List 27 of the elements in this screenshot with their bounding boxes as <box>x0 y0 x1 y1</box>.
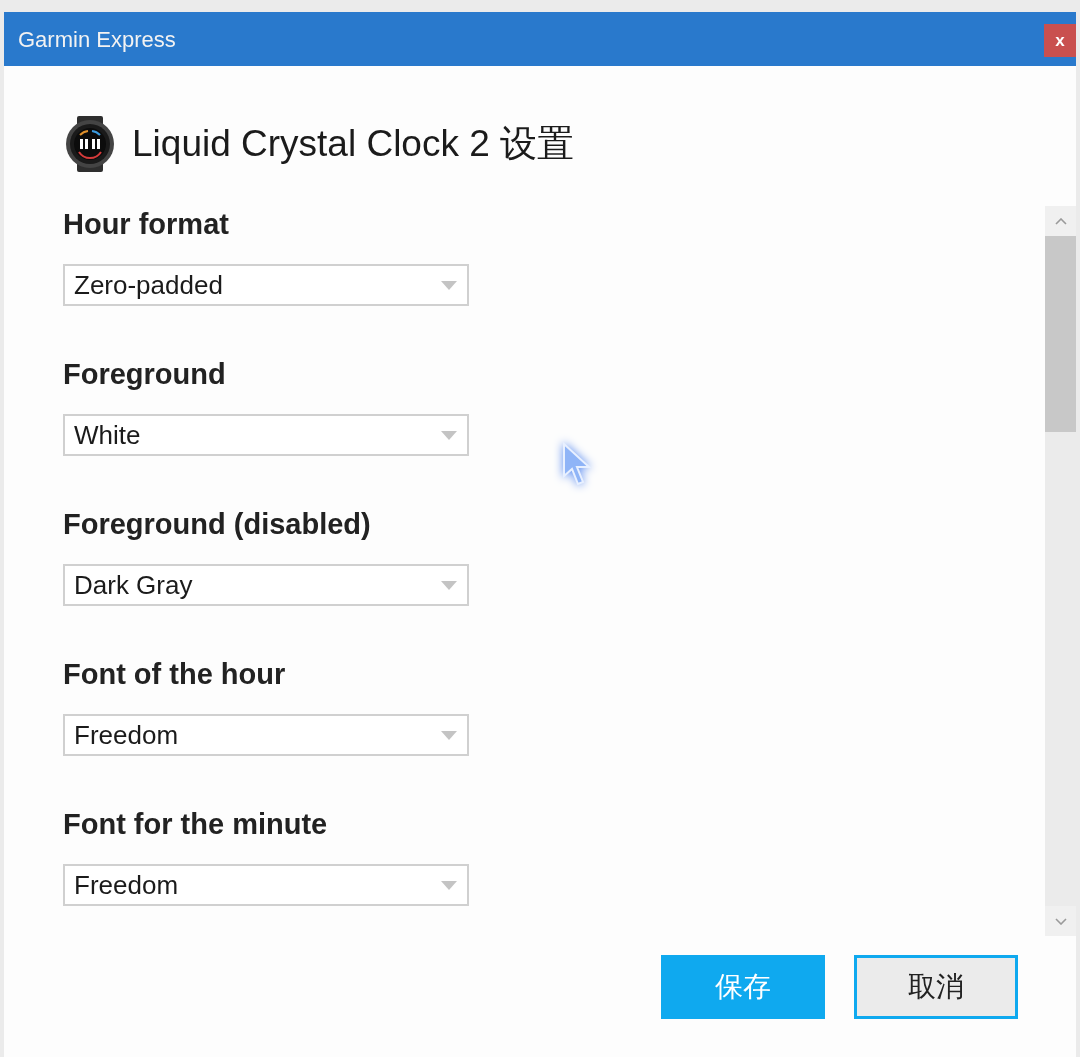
setting-label: Foreground (disabled) <box>63 507 371 542</box>
scroll-down-button[interactable] <box>1045 906 1076 936</box>
setting-label: Foreground <box>63 357 226 392</box>
scrollbar-thumb[interactable] <box>1045 236 1076 432</box>
setting-label: Hour format <box>63 207 229 242</box>
caret-down-icon <box>441 580 457 590</box>
caret-down-icon <box>441 880 457 890</box>
dropdown[interactable]: White <box>63 414 469 456</box>
setting-label: Font of the hour <box>63 657 286 692</box>
dropdown[interactable]: Freedom <box>63 714 469 756</box>
page-title: Liquid Crystal Clock 2 设置 <box>132 122 575 166</box>
dropdown[interactable]: Freedom <box>63 864 469 906</box>
watch-icon <box>64 116 116 172</box>
setting-label: Font for the minute <box>63 807 328 842</box>
close-button[interactable]: x <box>1044 24 1076 57</box>
chevron-down-icon <box>1054 917 1067 925</box>
caret-down-icon <box>441 730 457 740</box>
window-title: Garmin Express <box>18 25 176 54</box>
scroll-up-button[interactable] <box>1045 206 1076 236</box>
pointer-cursor-icon <box>562 442 592 488</box>
cancel-button[interactable]: 取消 <box>854 955 1018 1019</box>
scrollbar-track[interactable] <box>1045 206 1076 936</box>
dropdown[interactable]: Dark Gray <box>63 564 469 606</box>
dropdown[interactable]: Zero-padded <box>63 264 469 306</box>
chevron-up-icon <box>1054 217 1067 225</box>
caret-down-icon <box>441 430 457 440</box>
caret-down-icon <box>441 280 457 290</box>
